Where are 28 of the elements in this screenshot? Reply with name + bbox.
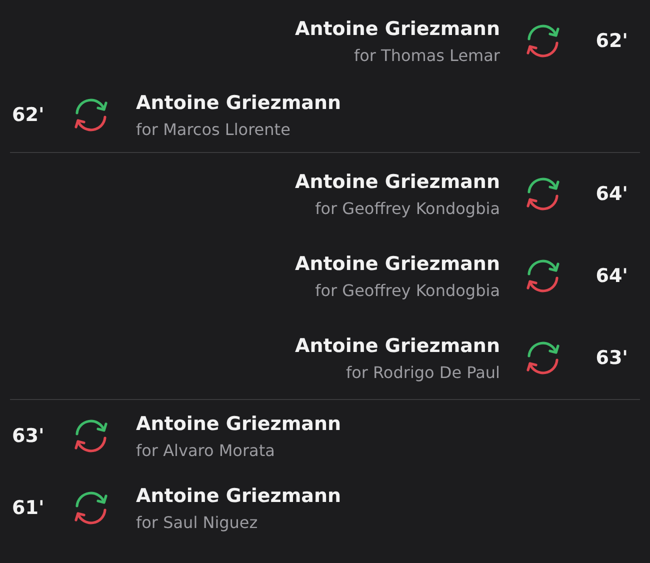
minute-label: 62' — [594, 30, 628, 52]
substitution-icon — [524, 175, 562, 213]
replaced-player: for Alvaro Morata — [136, 440, 275, 460]
player-name: Antoine Griezmann — [294, 334, 500, 356]
replaced-player: for Rodrigo De Paul — [346, 362, 500, 382]
player-name: Antoine Griezmann — [136, 484, 342, 506]
minute-label: 62' — [12, 104, 46, 126]
player-name: Antoine Griezmann — [136, 412, 342, 434]
minute-label: 63' — [594, 347, 628, 369]
minute-label: 64' — [594, 265, 628, 287]
replaced-player: for Saul Niguez — [136, 512, 258, 532]
replaced-player: for Marcos Llorente — [136, 120, 290, 138]
minute-label: 63' — [12, 425, 46, 447]
replaced-player: for Thomas Lemar — [354, 46, 500, 64]
player-name: Antoine Griezmann — [294, 252, 500, 274]
player-name: Antoine Griezmann — [136, 92, 342, 114]
player-name: Antoine Griezmann — [294, 18, 500, 40]
substitution-icon — [72, 417, 110, 455]
replaced-player: for Geoffrey Kondogbia — [315, 280, 500, 300]
substitution-icon — [72, 96, 110, 134]
minute-label: 64' — [594, 183, 628, 205]
player-name: Antoine Griezmann — [294, 170, 500, 192]
substitution-icon — [72, 489, 110, 527]
minute-label: 61' — [12, 497, 46, 519]
substitution-icon — [524, 339, 562, 377]
substitution-icon — [524, 257, 562, 295]
substitution-icon — [524, 22, 562, 60]
replaced-player: for Geoffrey Kondogbia — [315, 198, 500, 218]
